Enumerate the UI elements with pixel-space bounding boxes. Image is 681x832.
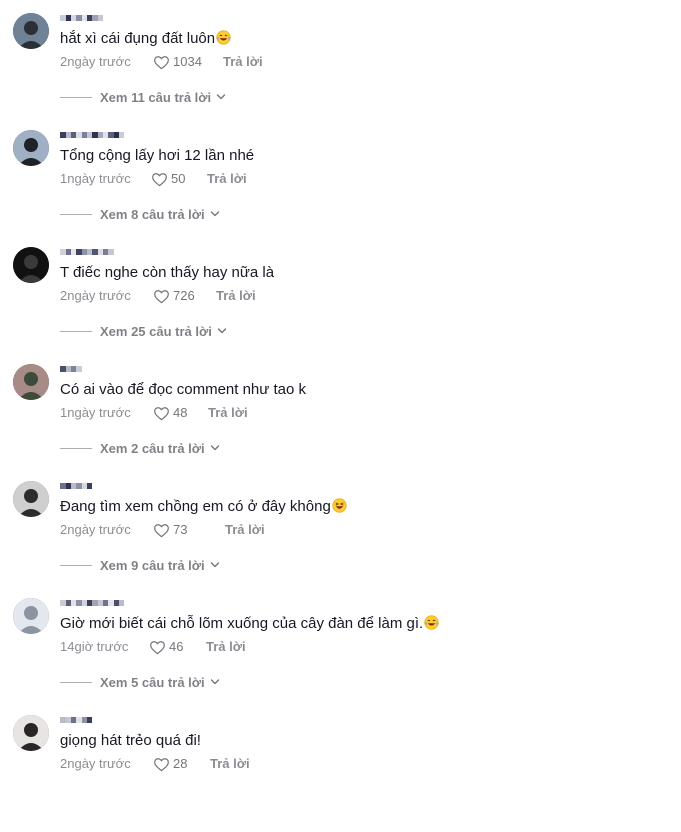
view-replies-label: Xem 11 câu trả lời — [100, 89, 212, 105]
like-button[interactable]: 726 — [153, 288, 195, 304]
username-redacted[interactable] — [60, 249, 114, 255]
reply-button[interactable]: Trả lời — [225, 522, 265, 538]
divider-line — [60, 213, 92, 215]
chevron-down-icon — [216, 93, 226, 101]
chevron-down-icon — [217, 327, 227, 335]
divider-line — [60, 564, 92, 566]
comment-text: hắt xì cái đụng đất luôn — [60, 30, 231, 48]
reply-button[interactable]: Trả lời — [207, 171, 247, 187]
comment-item: Giờ mới biết cái chỗ lõm xuống của cây đ… — [0, 598, 681, 715]
divider-line — [60, 330, 92, 332]
reply-button[interactable]: Trả lời — [206, 639, 246, 655]
heart-icon — [153, 406, 170, 421]
chevron-down-icon — [210, 678, 220, 686]
comment-body: Tổng cộng lấy hơi 12 lần nhé — [60, 147, 255, 164]
comment-body: hắt xì cái đụng đất luôn — [60, 30, 216, 47]
laugh-tears-emoji — [216, 30, 231, 45]
heart-icon — [153, 523, 170, 538]
like-count: 1034 — [173, 54, 202, 69]
comment-item: hắt xì cái đụng đất luôn 2ngày trước 1034 T… — [0, 13, 681, 130]
comment-item: giọng hát trẻo quá đi! 2ngày trước 28 Trả l… — [0, 715, 681, 832]
comment-text: Đang tìm xem chồng em có ở đây không — [60, 498, 347, 516]
like-count: 50 — [171, 171, 186, 186]
comment-body: Giờ mới biết cái chỗ lõm xuống của cây đ… — [60, 615, 424, 632]
heart-icon — [153, 757, 170, 772]
divider-line — [60, 96, 92, 98]
timestamp: 2ngày trước — [60, 288, 131, 303]
reply-button[interactable]: Trả lời — [223, 54, 263, 70]
like-button[interactable]: 46 — [149, 639, 183, 655]
comment-body: T điếc nghe còn thấy hay nữa là — [60, 264, 275, 281]
username-redacted[interactable] — [60, 132, 124, 138]
like-button[interactable]: 1034 — [153, 54, 202, 70]
timestamp: 2ngày trước — [60, 522, 131, 537]
reply-button[interactable]: Trả lời — [216, 288, 256, 304]
like-count: 46 — [169, 639, 184, 654]
view-replies-button[interactable]: Xem 9 câu trả lời — [60, 557, 220, 573]
username-redacted[interactable] — [60, 600, 124, 606]
comment-text: Giờ mới biết cái chỗ lõm xuống của cây đ… — [60, 615, 439, 633]
avatar[interactable] — [13, 598, 49, 634]
comment-text: T điếc nghe còn thấy hay nữa là — [60, 264, 274, 282]
avatar[interactable] — [13, 715, 49, 751]
timestamp: 1ngày trước — [60, 171, 131, 186]
like-button[interactable]: 48 — [153, 405, 187, 421]
comment-item: Có ai vào để đọc comment như tao k 1ngày … — [0, 364, 681, 481]
like-count: 73 — [173, 522, 188, 537]
heart-icon — [151, 172, 168, 187]
avatar[interactable] — [13, 481, 49, 517]
comment-text: Tổng cộng lấy hơi 12 lần nhé — [60, 147, 254, 165]
avatar[interactable] — [13, 247, 49, 283]
username-redacted[interactable] — [60, 15, 103, 21]
divider-line — [60, 447, 92, 449]
comment-body: giọng hát trẻo quá đi! — [60, 732, 201, 749]
like-button[interactable]: 73 — [153, 522, 187, 538]
like-button[interactable]: 50 — [151, 171, 185, 187]
heart-icon — [153, 289, 170, 304]
timestamp: 2ngày trước — [60, 54, 131, 69]
chevron-down-icon — [210, 210, 220, 218]
reply-button[interactable]: Trả lời — [208, 405, 248, 421]
username-redacted[interactable] — [60, 483, 92, 489]
laugh-tears-emoji — [424, 615, 439, 630]
reply-button[interactable]: Trả lời — [210, 756, 250, 772]
like-count: 726 — [173, 288, 195, 303]
timestamp: 1ngày trước — [60, 405, 131, 420]
comment-text: Có ai vào để đọc comment như tao k — [60, 381, 306, 399]
avatar[interactable] — [13, 130, 49, 166]
avatar[interactable] — [13, 13, 49, 49]
view-replies-button[interactable]: Xem 2 câu trả lời — [60, 440, 220, 456]
timestamp: 2ngày trước — [60, 756, 131, 771]
view-replies-label: Xem 9 câu trả lời — [100, 557, 205, 573]
view-replies-button[interactable]: Xem 25 câu trả lời — [60, 323, 227, 339]
comment-body: Có ai vào để đọc comment như tao k — [60, 381, 307, 398]
grin-squint-emoji — [332, 498, 347, 513]
avatar[interactable] — [13, 364, 49, 400]
username-redacted[interactable] — [60, 717, 92, 723]
view-replies-button[interactable]: Xem 5 câu trả lời — [60, 674, 220, 690]
view-replies-label: Xem 2 câu trả lời — [100, 440, 205, 456]
view-replies-label: Xem 25 câu trả lời — [100, 323, 212, 339]
comment-item: T điếc nghe còn thấy hay nữa là 2ngày trư… — [0, 247, 681, 364]
comment-item: Tổng cộng lấy hơi 12 lần nhé 1ngày trước 5… — [0, 130, 681, 247]
view-replies-button[interactable]: Xem 8 câu trả lời — [60, 206, 220, 222]
view-replies-label: Xem 8 câu trả lời — [100, 206, 205, 222]
divider-line — [60, 681, 92, 683]
like-count: 48 — [173, 405, 188, 420]
comment-item: Đang tìm xem chồng em có ở đây không 2ngà… — [0, 481, 681, 598]
like-count: 28 — [173, 756, 188, 771]
view-replies-label: Xem 5 câu trả lời — [100, 674, 205, 690]
view-replies-button[interactable]: Xem 11 câu trả lời — [60, 89, 226, 105]
timestamp: 14giờ trước — [60, 639, 129, 654]
chevron-down-icon — [210, 561, 220, 569]
like-button[interactable]: 28 — [153, 756, 187, 772]
heart-icon — [149, 640, 166, 655]
username-redacted[interactable] — [60, 366, 82, 372]
comment-body: Đang tìm xem chồng em có ở đây không — [60, 498, 331, 515]
comment-text: giọng hát trẻo quá đi! — [60, 732, 201, 750]
chevron-down-icon — [210, 444, 220, 452]
heart-icon — [153, 55, 170, 70]
comment-list: hắt xì cái đụng đất luôn 2ngày trước 1034 T… — [0, 0, 681, 790]
